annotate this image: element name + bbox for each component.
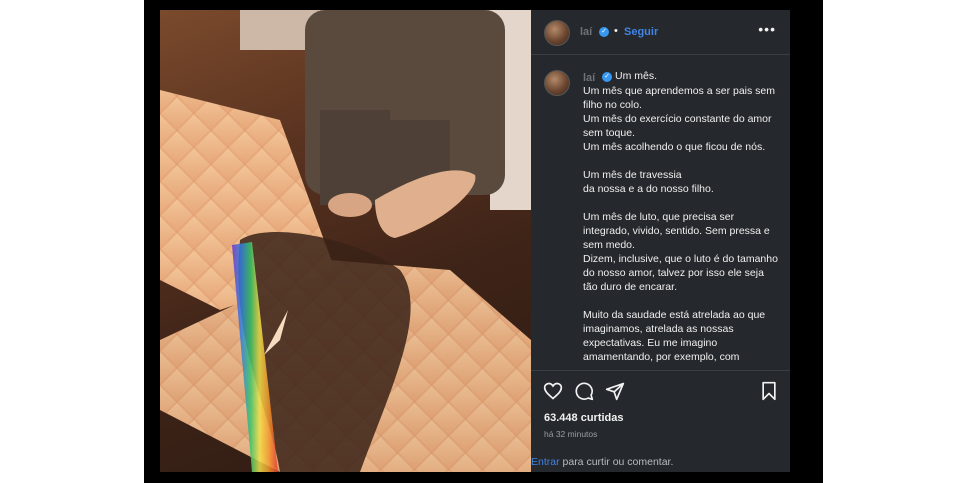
caption-username[interactable]: laí bbox=[583, 72, 595, 84]
more-options-icon[interactable]: ••• bbox=[758, 22, 776, 36]
heart-icon[interactable] bbox=[543, 381, 563, 406]
caption-paragraph-2: Um mês de travessia da nossa e a do noss… bbox=[583, 169, 714, 195]
post-timestamp[interactable]: há 32 minutos bbox=[544, 429, 597, 439]
login-link[interactable]: Entrar bbox=[531, 456, 560, 468]
header-username[interactable]: laí bbox=[580, 26, 592, 38]
follow-button[interactable]: Seguir bbox=[624, 26, 658, 38]
action-bar: 63.448 curtidas há 32 minutos bbox=[531, 370, 790, 467]
caption-avatar[interactable] bbox=[544, 70, 570, 96]
login-prompt-text: para curtir ou comentar. bbox=[559, 456, 674, 468]
share-icon[interactable] bbox=[605, 381, 625, 406]
caption-verified-badge-icon: ✓ bbox=[602, 72, 612, 82]
post-sidebar: laí ✓ • Seguir ••• laí ✓ Um mês. Um mês … bbox=[531, 10, 790, 472]
caption-first-line: Um mês. bbox=[615, 70, 657, 82]
caption-paragraph-3: Um mês de luto, que precisa ser integrad… bbox=[583, 211, 778, 293]
post-image[interactable] bbox=[160, 10, 531, 472]
comment-icon[interactable] bbox=[574, 381, 594, 406]
post-header: laí ✓ • Seguir ••• bbox=[531, 10, 790, 55]
caption-paragraph-1: Um mês que aprendemos a ser pais sem fil… bbox=[583, 85, 775, 153]
separator-dot: • bbox=[614, 25, 618, 37]
caption-paragraph-4: Muito da saudade está atrelada ao que im… bbox=[583, 309, 766, 363]
photo-illustration bbox=[160, 10, 531, 472]
caption-text: Um mês que aprendemos a ser pais sem fil… bbox=[583, 84, 779, 384]
avatar[interactable] bbox=[544, 20, 570, 46]
login-prompt: Entrar para curtir ou comentar. bbox=[531, 456, 673, 468]
bookmark-icon[interactable] bbox=[760, 381, 778, 406]
likes-count[interactable]: 63.448 curtidas bbox=[544, 412, 624, 424]
verified-badge-icon: ✓ bbox=[599, 27, 609, 37]
